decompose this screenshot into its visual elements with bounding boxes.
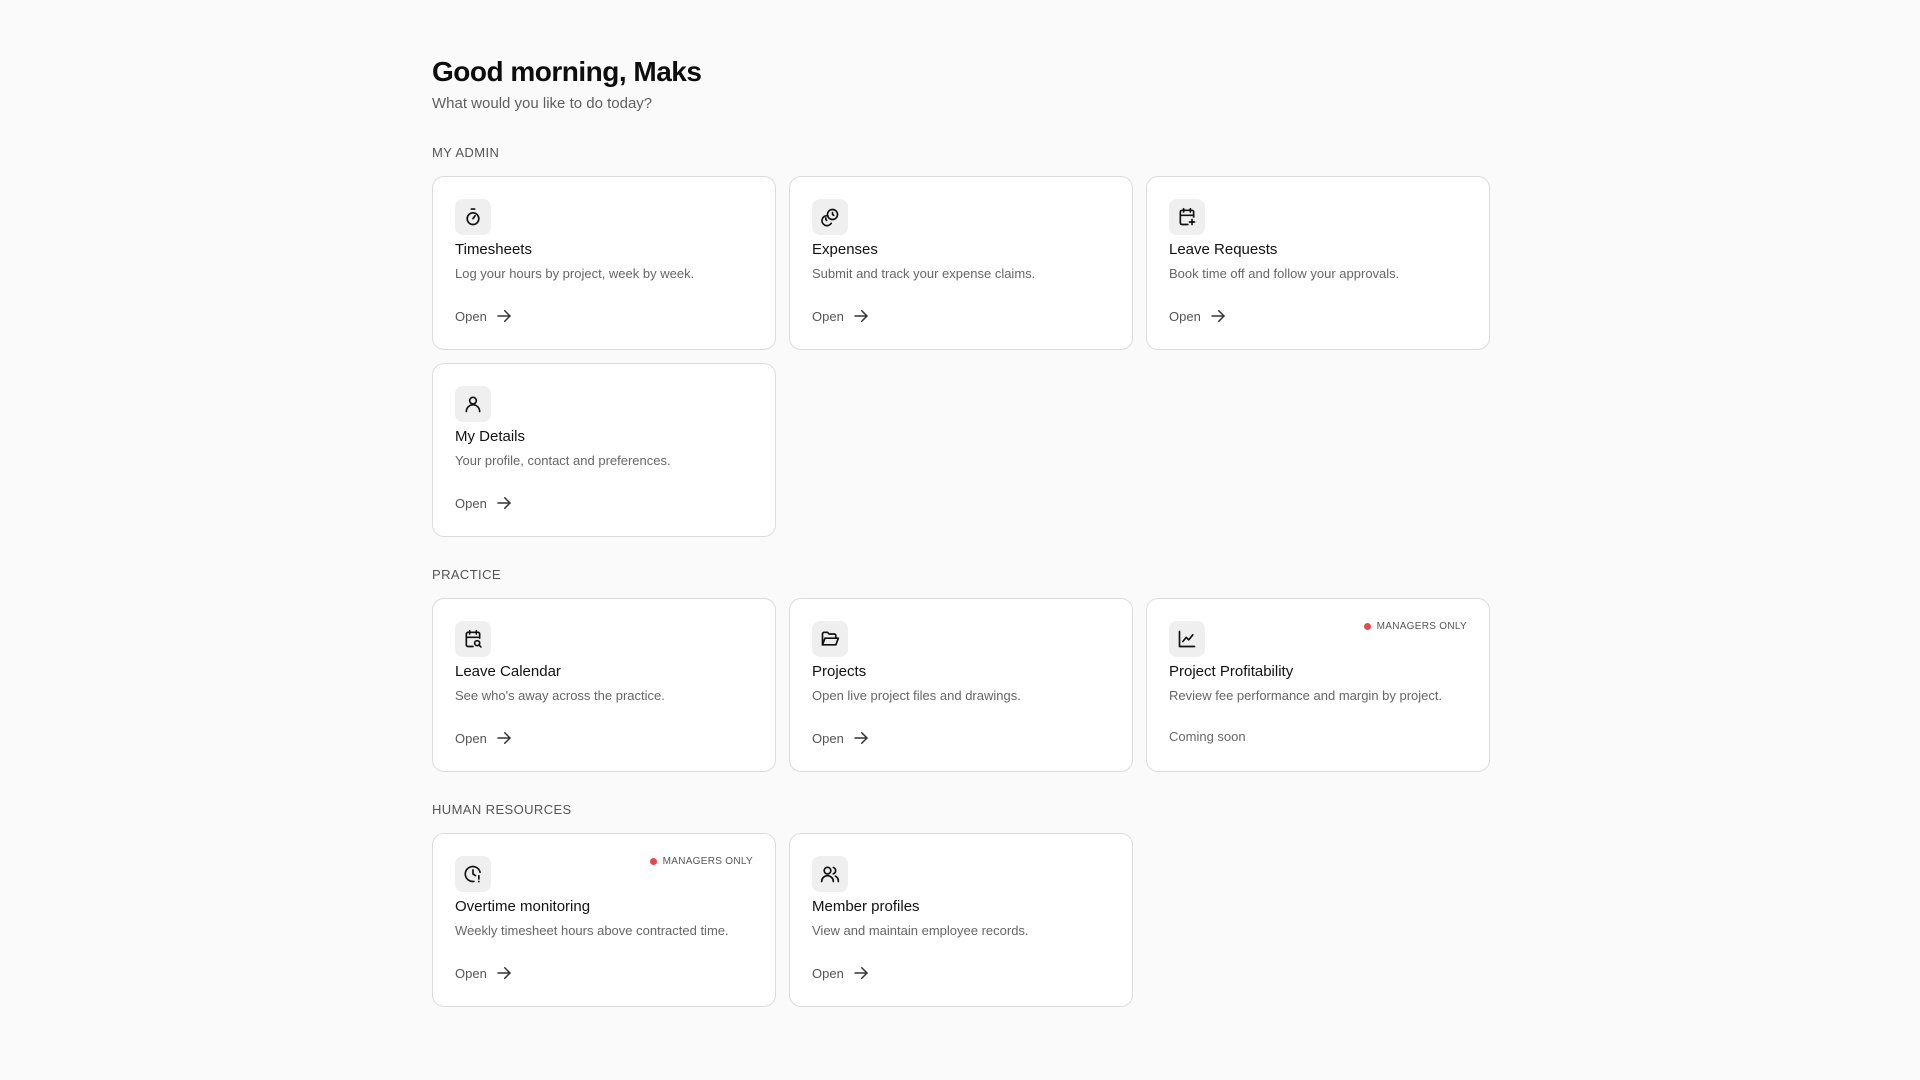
section-label-human-resources: HUMAN RESOURCES xyxy=(432,802,572,817)
card-title: Member profiles xyxy=(812,898,920,915)
user-icon xyxy=(455,386,491,422)
coins-icon xyxy=(812,199,848,235)
card-description: Weekly timesheet hours above contracted … xyxy=(455,923,729,938)
card-title: Timesheets xyxy=(455,241,532,258)
line-chart-icon xyxy=(1169,621,1205,657)
stopwatch-icon xyxy=(455,199,491,235)
card-projects[interactable]: Projects Open live project files and dra… xyxy=(789,598,1133,772)
card-title: Leave Calendar xyxy=(455,663,561,680)
open-link-my-details[interactable]: Open xyxy=(455,494,513,512)
open-link-member-profiles[interactable]: Open xyxy=(812,964,870,982)
arrow-right-icon xyxy=(497,732,511,744)
card-timesheets[interactable]: Timesheets Log your hours by project, we… xyxy=(432,176,776,350)
open-link-timesheets[interactable]: Open xyxy=(455,307,513,325)
arrow-right-icon xyxy=(497,497,511,509)
card-title: Project Profitability xyxy=(1169,663,1294,680)
open-label: Open xyxy=(1169,308,1201,324)
managers-only-badge: MANAGERS ONLY xyxy=(649,856,753,867)
card-description: Book time off and follow your approvals. xyxy=(1169,266,1400,281)
section-label-practice: PRACTICE xyxy=(432,567,501,582)
card-description: View and maintain employee records. xyxy=(812,923,1029,938)
card-description: See who's away across the practice. xyxy=(455,688,665,703)
users-icon xyxy=(812,856,848,892)
open-link-leave-calendar[interactable]: Open xyxy=(455,729,513,747)
card-title: Leave Requests xyxy=(1169,241,1278,258)
card-member-profiles[interactable]: Member profiles View and maintain employ… xyxy=(789,833,1133,1007)
card-title: My Details xyxy=(455,428,526,445)
open-label: Open xyxy=(455,308,487,324)
arrow-right-icon xyxy=(1211,310,1225,322)
open-label: Open xyxy=(455,730,487,746)
card-title: Overtime monitoring xyxy=(455,898,591,915)
page-title: Good morning, Maks xyxy=(432,56,702,87)
card-description: Review fee performance and margin by pro… xyxy=(1169,688,1443,703)
open-link-projects[interactable]: Open xyxy=(812,729,870,747)
open-label: Open xyxy=(455,965,487,981)
section-label-my-admin: MY ADMIN xyxy=(432,145,500,160)
card-overtime-monitoring[interactable]: MANAGERS ONLY Overtime monitoring Weekly… xyxy=(432,833,776,1007)
arrow-right-icon xyxy=(497,967,511,979)
arrow-right-icon xyxy=(854,310,868,322)
card-description: Your profile, contact and preferences. xyxy=(455,453,671,468)
card-my-details[interactable]: My Details Your profile, contact and pre… xyxy=(432,363,776,537)
page-subtitle: What would you like to do today? xyxy=(432,95,653,112)
card-leave-calendar[interactable]: Leave Calendar See who's away across the… xyxy=(432,598,776,772)
open-label: Open xyxy=(812,730,844,746)
card-expenses[interactable]: Expenses Submit and track your expense c… xyxy=(789,176,1133,350)
status-dot xyxy=(649,858,657,865)
card-project-profitability[interactable]: MANAGERS ONLY Project Profitability Revi… xyxy=(1146,598,1490,772)
card-leave-requests[interactable]: Leave Requests Book time off and follow … xyxy=(1146,176,1490,350)
managers-only-badge: MANAGERS ONLY xyxy=(1363,621,1467,632)
card-description: Submit and track your expense claims. xyxy=(812,266,1036,281)
folder-open-icon xyxy=(812,621,848,657)
open-link-expenses[interactable]: Open xyxy=(812,307,870,325)
arrow-right-icon xyxy=(854,967,868,979)
open-label: Open xyxy=(455,495,487,511)
open-label: Open xyxy=(812,965,844,981)
card-title: Expenses xyxy=(812,241,878,258)
calendar-search-icon xyxy=(455,621,491,657)
status-dot xyxy=(1363,623,1371,630)
card-description: Log your hours by project, week by week. xyxy=(455,266,695,281)
open-link-leave-requests[interactable]: Open xyxy=(1169,307,1227,325)
open-link-overtime-monitoring[interactable]: Open xyxy=(455,964,513,982)
coming-soon-label: Coming soon xyxy=(1169,729,1246,744)
open-label: Open xyxy=(812,308,844,324)
badge-label: MANAGERS ONLY xyxy=(1376,621,1467,632)
clock-alert-icon xyxy=(455,856,491,892)
badge-label: MANAGERS ONLY xyxy=(662,856,753,867)
card-description: Open live project files and drawings. xyxy=(812,688,1021,703)
card-title: Projects xyxy=(812,663,867,680)
arrow-right-icon xyxy=(854,732,868,744)
arrow-right-icon xyxy=(497,310,511,322)
calendar-plus-icon xyxy=(1169,199,1205,235)
